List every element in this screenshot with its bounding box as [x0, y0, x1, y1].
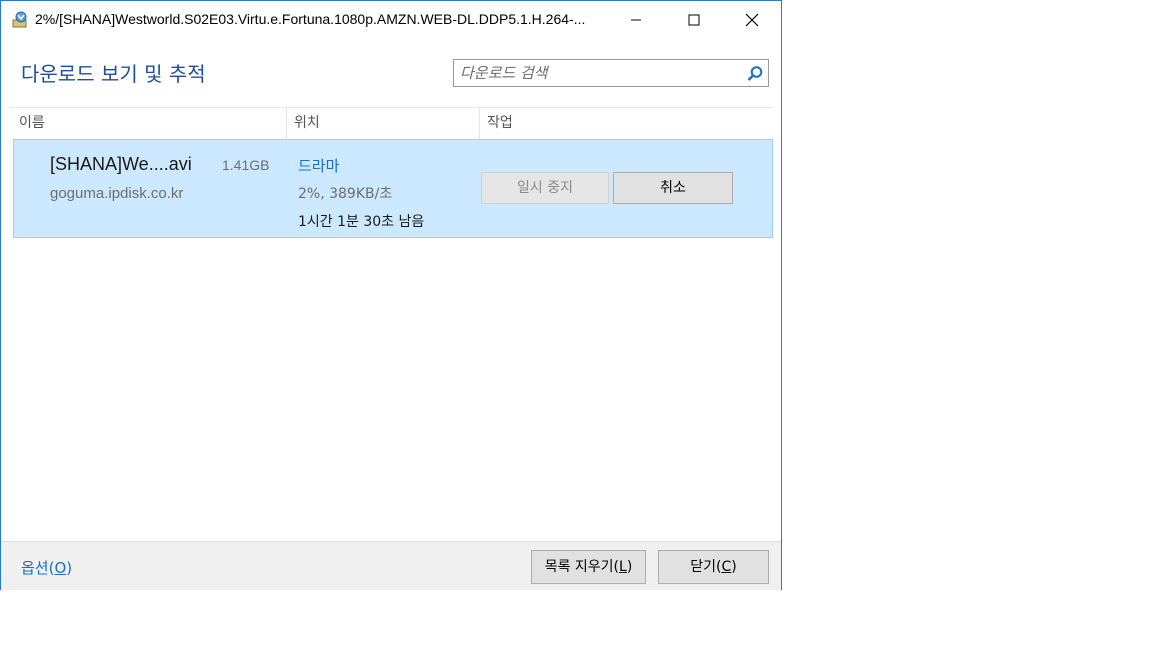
- close-suffix: ): [731, 559, 737, 575]
- download-source-host: goguma.ipdisk.co.kr: [50, 185, 184, 202]
- close-window-button[interactable]: [723, 1, 781, 39]
- clear-list-suffix: ): [626, 559, 633, 575]
- close-label: 닫기(: [690, 559, 722, 575]
- search-box[interactable]: [453, 59, 769, 87]
- download-progress-text: 2%, 389KB/초: [298, 186, 393, 202]
- search-icon[interactable]: [746, 65, 764, 83]
- close-icon: [745, 13, 759, 27]
- download-time-remaining: 1시간 1분 30초 남음: [298, 214, 425, 230]
- clear-list-label: 목록 지우기(: [544, 559, 620, 575]
- maximize-button[interactable]: [665, 1, 723, 39]
- download-app-icon: [11, 11, 29, 29]
- options-suffix: ): [66, 559, 73, 577]
- minimize-icon: [631, 19, 641, 21]
- close-button[interactable]: 닫기(C): [658, 550, 769, 584]
- page-title: 다운로드 보기 및 추적: [21, 62, 206, 86]
- download-row[interactable]: [SHANA]We....avi 1.41GB goguma.ipdisk.co…: [13, 139, 773, 238]
- download-location-link[interactable]: 드라마: [298, 155, 339, 176]
- column-header-actions: 작업: [487, 115, 513, 131]
- column-header-name[interactable]: 이름: [13, 108, 287, 139]
- title-bar[interactable]: 2%/[SHANA]Westworld.S02E03.Virtu.e.Fortu…: [1, 1, 781, 39]
- options-link[interactable]: 옵션(O): [21, 557, 72, 578]
- download-file-name[interactable]: [SHANA]We....avi: [50, 154, 192, 175]
- close-mnemonic: C: [721, 559, 732, 575]
- download-file-size: 1.41GB: [222, 157, 270, 173]
- search-input[interactable]: [460, 63, 742, 83]
- column-header-location[interactable]: 위치: [288, 108, 480, 139]
- options-mnemonic: O: [54, 559, 67, 577]
- options-label: 옵션(: [21, 559, 55, 577]
- window-title: 2%/[SHANA]Westworld.S02E03.Virtu.e.Fortu…: [35, 11, 586, 27]
- cancel-download-button[interactable]: 취소: [613, 172, 733, 204]
- download-manager-window: 2%/[SHANA]Westworld.S02E03.Virtu.e.Fortu…: [0, 0, 782, 590]
- pause-button[interactable]: 일시 중지: [481, 172, 609, 204]
- footer-bar: 옵션(O) 목록 지우기(L) 닫기(C): [1, 541, 781, 590]
- clear-list-mnemonic: L: [619, 559, 627, 575]
- clear-list-button[interactable]: 목록 지우기(L): [531, 550, 646, 584]
- maximize-icon: [688, 14, 700, 26]
- minimize-button[interactable]: [607, 1, 665, 39]
